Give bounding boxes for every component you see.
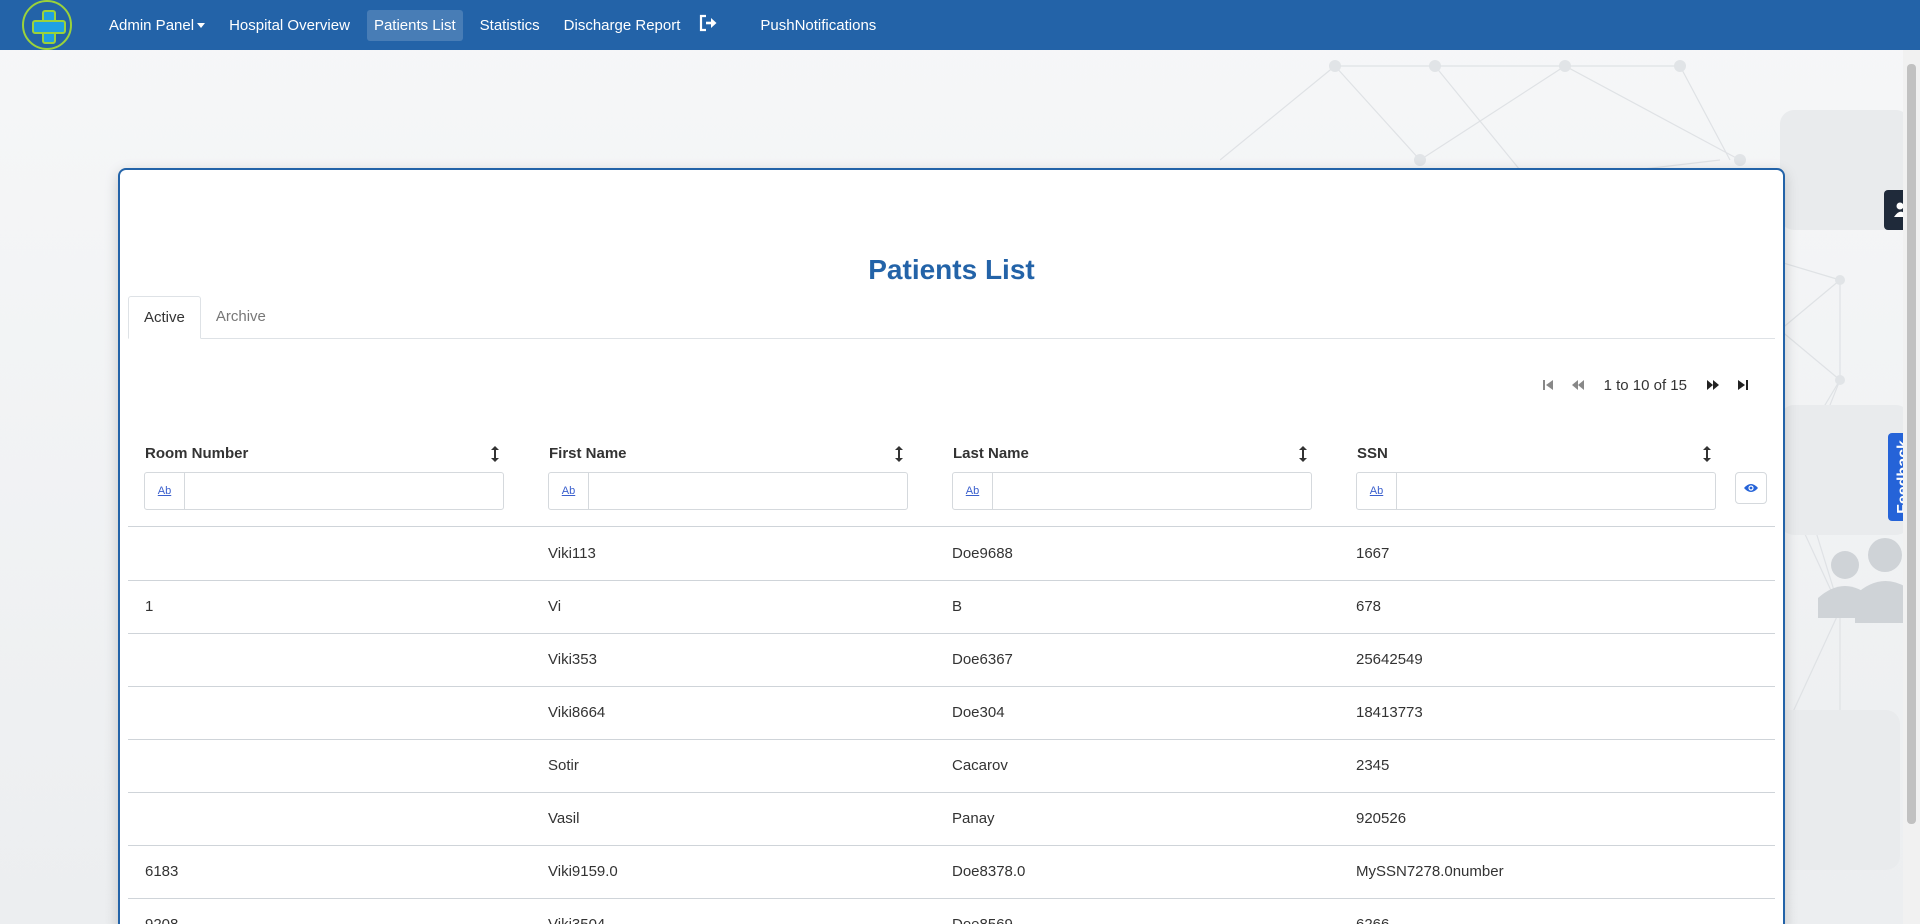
first-page-icon[interactable]: [1538, 375, 1558, 395]
filter-last-name: Ab: [952, 472, 1312, 510]
filter-type-toggle[interactable]: Ab: [953, 473, 993, 509]
table-row[interactable]: Vasil Panay 920526: [128, 793, 1775, 846]
cell-ssn: 18413773: [1356, 704, 1423, 721]
cell-first-name: Viki8664: [548, 704, 606, 721]
logout-icon[interactable]: [697, 7, 723, 43]
table-row[interactable]: Viki113 Doe9688 1667: [128, 528, 1775, 581]
nav-hospital-overview[interactable]: Hospital Overview: [222, 10, 357, 41]
cell-last-name: Panay: [952, 810, 995, 827]
column-header-label: Last Name: [953, 445, 1029, 462]
cell-ssn: 920526: [1356, 810, 1407, 827]
cell-first-name: Viki113: [548, 545, 596, 562]
nav-admin-panel[interactable]: Admin Panel: [102, 10, 212, 41]
tab-active[interactable]: Active: [128, 296, 201, 339]
sort-icon[interactable]: [892, 445, 906, 463]
nav-statistics[interactable]: Statistics: [473, 10, 547, 41]
cell-last-name: Doe8378.0: [952, 863, 1026, 880]
cell-last-name: Doe304: [952, 704, 1005, 721]
table-body: Viki113 Doe9688 1667 1 Vi B 678 Viki353 …: [128, 528, 1775, 924]
filter-input[interactable]: [589, 473, 907, 509]
patients-card: Patients List Active Archive 1 to 10 of …: [118, 168, 1785, 924]
top-navbar: Admin Panel Hospital Overview Patients L…: [0, 0, 1920, 50]
column-last-name: Last Name Ab: [936, 435, 1340, 525]
cell-last-name: Doe6367: [952, 651, 1013, 668]
cell-first-name: Viki9159.0: [548, 863, 618, 880]
eye-icon: [1744, 484, 1758, 492]
sort-icon[interactable]: [1700, 445, 1714, 463]
page-info: 1 to 10 of 15: [1603, 376, 1687, 394]
cell-last-name: Doe8569: [952, 899, 1013, 924]
filter-type-toggle[interactable]: Ab: [145, 473, 185, 509]
table-row[interactable]: 9208 Viki3504 Doe8569 6266: [128, 899, 1775, 924]
cell-first-name: Viki3504: [548, 899, 605, 924]
column-room-number: Room Number Ab: [128, 435, 532, 525]
previous-page-icon[interactable]: [1568, 375, 1588, 395]
cell-ssn: 1667: [1356, 545, 1390, 562]
filter-type-toggle[interactable]: Ab: [549, 473, 589, 509]
table-row[interactable]: Viki8664 Doe304 18413773: [128, 687, 1775, 740]
cell-room-number: 6183: [145, 863, 179, 880]
filter-input[interactable]: [993, 473, 1311, 509]
cell-ssn: MySSN7278.0number: [1356, 863, 1504, 880]
sort-icon[interactable]: [488, 445, 502, 463]
nav-discharge-report[interactable]: Discharge Report: [557, 10, 688, 41]
sort-icon[interactable]: [1296, 445, 1310, 463]
scrollbar-thumb[interactable]: [1907, 64, 1916, 824]
caret-down-icon: [197, 23, 206, 29]
filter-type-toggle[interactable]: Ab: [1357, 473, 1397, 509]
column-ssn: SSN Ab: [1340, 435, 1744, 525]
cell-last-name: B: [952, 598, 963, 615]
nav-push-notifications[interactable]: PushNotifications: [753, 10, 883, 41]
page-title: Patients List: [868, 254, 1035, 285]
cell-ssn: 678: [1356, 598, 1382, 615]
tab-archive[interactable]: Archive: [201, 296, 281, 339]
column-header-label: First Name: [549, 445, 627, 462]
cell-first-name: Vasil: [548, 810, 580, 827]
cell-last-name: Cacarov: [952, 757, 1008, 774]
column-header-label: Room Number: [145, 445, 249, 462]
hospital-logo-icon[interactable]: [22, 0, 72, 50]
patients-tabs: Active Archive: [128, 296, 1775, 339]
table-header: Room Number Ab First Name Ab Last Name A…: [128, 435, 1775, 527]
next-page-icon[interactable]: [1703, 375, 1723, 395]
cell-first-name: Sotir: [548, 757, 579, 774]
nav-patients-list[interactable]: Patients List: [366, 9, 463, 41]
filter-input[interactable]: [1397, 473, 1715, 509]
table-row[interactable]: Sotir Cacarov 2345: [128, 740, 1775, 793]
cell-ssn: 25642549: [1356, 651, 1423, 668]
cell-last-name: Doe9688: [952, 545, 1013, 562]
cell-room-number: 9208: [145, 899, 178, 924]
filter-room-number: Ab: [144, 472, 504, 510]
column-first-name: First Name Ab: [532, 435, 936, 525]
last-page-icon[interactable]: [1733, 375, 1753, 395]
cell-ssn: 6266: [1356, 899, 1389, 924]
page-scrollbar[interactable]: [1903, 50, 1920, 924]
cell-first-name: Vi: [548, 598, 562, 615]
nav-admin-panel-label: Admin Panel: [109, 16, 195, 34]
cell-first-name: Viki353: [548, 651, 597, 668]
table-row[interactable]: 1 Vi B 678: [128, 581, 1775, 634]
cell-room-number: 1: [145, 598, 154, 615]
filter-first-name: Ab: [548, 472, 908, 510]
cell-ssn: 2345: [1356, 757, 1390, 774]
filter-input[interactable]: [185, 473, 503, 509]
column-visibility-button[interactable]: [1735, 472, 1767, 504]
table-row[interactable]: 6183 Viki9159.0 Doe8378.0 MySSN7278.0num…: [128, 846, 1775, 899]
pagination: 1 to 10 of 15: [1538, 375, 1753, 395]
table-row[interactable]: Viki353 Doe6367 25642549: [128, 634, 1775, 687]
column-header-label: SSN: [1357, 445, 1388, 462]
filter-ssn: Ab: [1356, 472, 1716, 510]
